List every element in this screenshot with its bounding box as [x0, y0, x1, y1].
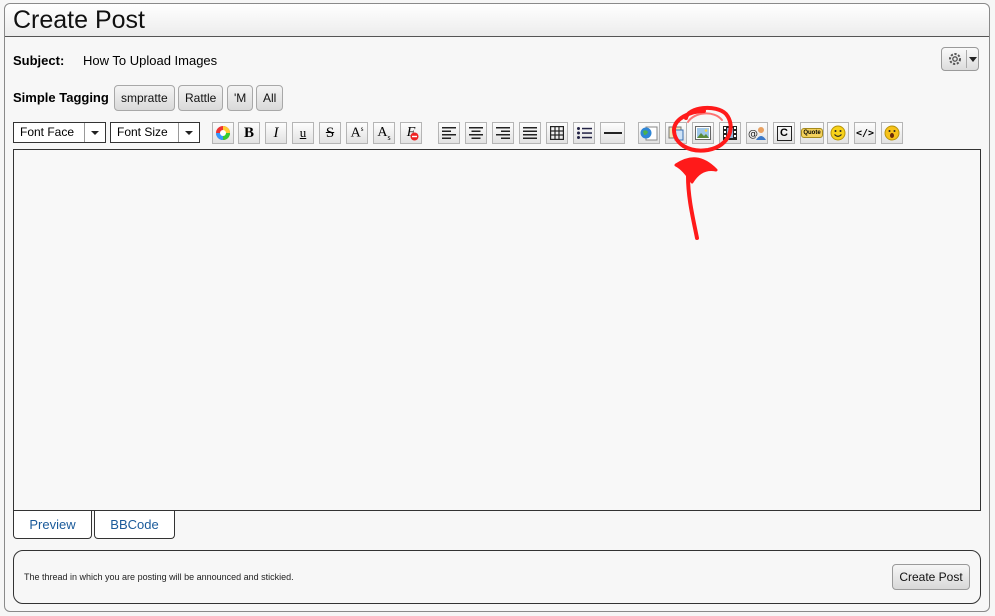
horizontal-rule-button[interactable]	[600, 122, 625, 144]
quote-button[interactable]: Quote	[800, 122, 824, 144]
quote-icon: Quote	[801, 128, 823, 138]
align-right-icon	[496, 127, 510, 139]
align-justify-icon	[523, 127, 537, 139]
align-center-button[interactable]	[465, 122, 487, 144]
insert-link-button[interactable]	[638, 122, 660, 144]
simple-tagging-label: Simple Tagging	[13, 90, 109, 105]
italic-button[interactable]: I	[265, 122, 287, 144]
tag-button-smpratte[interactable]: smpratte	[114, 85, 175, 111]
bold-icon: B	[243, 124, 254, 141]
subject-label: Subject:	[13, 53, 65, 68]
align-left-button[interactable]	[438, 122, 460, 144]
code-icon: </>	[855, 127, 875, 139]
table-icon	[550, 126, 564, 140]
copyright-icon: C	[776, 125, 792, 141]
font-size-select[interactable]: Font Size	[110, 122, 200, 143]
italic-icon: I	[273, 124, 279, 141]
subscript-icon: As	[377, 125, 390, 142]
title-bar: Create Post	[5, 4, 989, 37]
email-icon	[668, 126, 684, 141]
post-editor-textarea[interactable]	[13, 149, 981, 511]
align-center-icon	[469, 127, 483, 139]
surprised-face-icon	[884, 125, 900, 141]
globe-link-icon	[640, 126, 658, 141]
tab-bbcode[interactable]: BBCode	[94, 511, 175, 539]
font-face-value: Font Face	[20, 125, 75, 139]
no-entry-icon	[410, 132, 419, 141]
underline-button[interactable]: u	[292, 122, 314, 144]
underline-icon: u	[299, 125, 307, 140]
superscript-letter: A	[350, 125, 361, 141]
chevron-down-icon	[969, 57, 977, 62]
superscript-button[interactable]: As	[346, 122, 368, 144]
insert-image-button[interactable]	[692, 122, 714, 144]
justify-button[interactable]	[519, 122, 541, 144]
smiley-icon	[830, 125, 846, 141]
copyright-button[interactable]: C	[773, 122, 795, 144]
align-right-button[interactable]	[492, 122, 514, 144]
font-size-value: Font Size	[117, 125, 168, 139]
insert-video-button[interactable]	[719, 122, 741, 144]
film-icon	[723, 126, 737, 140]
subscript-mark: s	[387, 132, 391, 142]
insert-emoticon-button[interactable]	[881, 122, 903, 144]
strikethrough-icon: S	[325, 124, 335, 141]
gear-icon	[949, 53, 961, 65]
superscript-mark: s	[360, 124, 364, 133]
subscript-button[interactable]: As	[373, 122, 395, 144]
mention-user-icon: @	[748, 127, 766, 140]
horizontal-rule-icon	[603, 132, 622, 134]
image-icon	[695, 126, 711, 140]
text-color-button[interactable]	[212, 122, 234, 144]
remove-format-button[interactable]: F	[400, 122, 422, 144]
select-divider	[84, 123, 85, 142]
strikethrough-button[interactable]: S	[319, 122, 341, 144]
insert-smiley-button[interactable]	[827, 122, 849, 144]
settings-dropdown-button[interactable]	[941, 47, 979, 71]
chevron-down-icon	[91, 131, 99, 135]
mention-user-button[interactable]: @	[746, 122, 768, 144]
color-wheel-icon	[216, 126, 230, 140]
subject-field[interactable]: How To Upload Images	[83, 53, 217, 68]
select-divider	[178, 123, 179, 142]
bullet-list-icon	[576, 127, 592, 139]
create-post-panel: Create Post Subject: How To Upload Image…	[4, 3, 990, 612]
footer-panel: The thread in which you are posting will…	[13, 550, 981, 604]
table-button[interactable]	[546, 122, 568, 144]
create-post-button[interactable]: Create Post	[892, 564, 970, 590]
bold-button[interactable]: B	[238, 122, 260, 144]
svg-text:@: @	[748, 129, 758, 140]
insert-email-button[interactable]	[665, 122, 687, 144]
tag-button-m[interactable]: 'M	[227, 85, 254, 111]
superscript-icon: As	[351, 125, 364, 142]
bulleted-list-button[interactable]	[573, 122, 595, 144]
font-face-select[interactable]: Font Face	[13, 122, 106, 143]
sticky-announcement-note: The thread in which you are posting will…	[24, 572, 294, 582]
tag-button-all[interactable]: All	[256, 85, 284, 111]
align-left-icon	[442, 127, 456, 139]
tag-button-rattle[interactable]: Rattle	[178, 85, 224, 111]
subscript-letter: A	[377, 124, 388, 140]
page-title: Create Post	[13, 6, 146, 34]
tab-preview[interactable]: Preview	[13, 511, 92, 539]
code-button[interactable]: </>	[854, 122, 876, 144]
chevron-down-icon	[185, 131, 193, 135]
divider	[966, 50, 967, 68]
